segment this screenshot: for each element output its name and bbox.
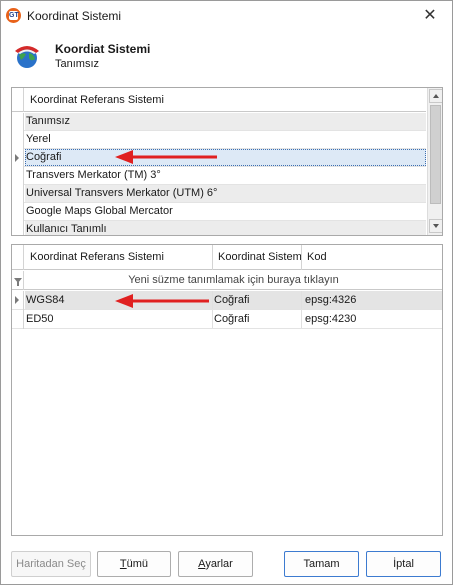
title-bar: GT Koordinat Sistemi ✕: [1, 1, 452, 31]
header-title: Koordiat Sistemi: [55, 42, 151, 56]
filter-placeholder[interactable]: Yeni süzme tanımlamak için buraya tıklay…: [25, 271, 442, 290]
list-item-text: Coğrafi: [26, 151, 62, 163]
reference-list-header: Koordinat Referans Sistemi: [12, 88, 426, 112]
list-item-label: Transvers Merkator (TM) 3°: [25, 167, 426, 184]
list-item-label: Yerel: [25, 131, 426, 148]
reference-system-list: Koordinat Referans Sistemi Tanımsız Yere…: [11, 87, 443, 236]
list-item-text: Transvers Merkator (TM) 3°: [26, 169, 161, 181]
list-item-text: Kullanıcı Tanımlı: [26, 223, 107, 235]
close-button[interactable]: ✕: [419, 6, 441, 26]
list-item-text: Yerel: [26, 133, 51, 145]
list-item-label: Universal Transvers Merkator (UTM) 6°: [25, 185, 426, 202]
current-row-arrow-icon: [15, 154, 19, 162]
table-row[interactable]: ED50 Coğrafi epsg:4230: [12, 310, 442, 329]
row-indicator: [12, 221, 24, 235]
cell-system: Coğrafi: [213, 310, 302, 328]
annotation-arrow-wgs84: [115, 294, 209, 308]
cell-name: ED50: [25, 310, 213, 328]
column-header-code[interactable]: Kod: [302, 245, 442, 270]
list-item-text: Universal Transvers Merkator (UTM) 6°: [26, 187, 218, 199]
list-item[interactable]: Tanımsız: [12, 113, 426, 131]
app-logo-icon: GT: [6, 8, 21, 23]
list-item-label: Google Maps Global Mercator: [25, 203, 426, 220]
list-item[interactable]: Kullanıcı Tanımlı: [12, 221, 426, 235]
scrollbar-thumb[interactable]: [430, 105, 441, 204]
column-header-coordinate-system[interactable]: Koordinat Sistem: [213, 245, 302, 270]
auto-filter-row[interactable]: Yeni süzme tanımlamak için buraya tıklay…: [12, 271, 442, 290]
list-item[interactable]: Universal Transvers Merkator (UTM) 6°: [12, 185, 426, 203]
all-button-mnemonic: T: [119, 558, 127, 570]
table-header: Koordinat Referans Sistemi Koordinat Sis…: [12, 245, 442, 270]
row-indicator-header: [12, 88, 24, 112]
column-header-reference-system[interactable]: Koordinat Referans Sistemi: [25, 245, 213, 270]
row-indicator: [12, 291, 24, 310]
table-row-selected[interactable]: WGS84 Coğrafi epsg:4326: [12, 291, 442, 310]
scroll-up-icon[interactable]: [429, 89, 442, 103]
row-indicator: [12, 131, 24, 149]
coordinate-system-dialog: GT Koordinat Sistemi ✕ Koordiat Sistemi …: [0, 0, 453, 585]
cell-code: epsg:4230: [305, 313, 357, 325]
all-button-label: ümü: [126, 558, 149, 570]
list-item-label: Coğrafi: [25, 149, 426, 166]
globe-icon: [15, 46, 39, 68]
current-row-arrow-icon: [15, 296, 19, 304]
row-indicator: [12, 203, 24, 221]
row-indicator: [12, 113, 24, 131]
settings-button-label: yarlar: [205, 558, 233, 570]
row-indicator: [12, 310, 24, 329]
cell-code: epsg:4326: [302, 291, 442, 309]
pick-from-map-button[interactable]: Haritadan Seç: [11, 551, 91, 577]
scroll-down-icon[interactable]: [429, 219, 442, 233]
cell-system: Coğrafi: [213, 291, 302, 309]
list-item[interactable]: Transvers Merkator (TM) 3°: [12, 167, 426, 185]
annotation-arrow-coğrafi: [115, 150, 217, 164]
list-item-text: Tanımsız: [26, 115, 71, 127]
list-item-label: Tanımsız: [25, 113, 426, 130]
filter-indicator: [12, 271, 24, 290]
list-item-text: Google Maps Global Mercator: [26, 205, 173, 217]
app-logo-glyph: GT: [9, 11, 19, 20]
list-item[interactable]: Google Maps Global Mercator: [12, 203, 426, 221]
row-indicator: [12, 185, 24, 203]
vertical-scrollbar[interactable]: [427, 88, 442, 235]
ok-button[interactable]: Tamam: [284, 551, 359, 577]
column-header-reference-system[interactable]: Koordinat Referans Sistemi: [30, 94, 164, 106]
list-item[interactable]: Yerel: [12, 131, 426, 149]
window-title: Koordinat Sistemi: [27, 9, 122, 23]
header-subtitle: Tanımsız: [55, 58, 100, 70]
filter-funnel-icon: [13, 278, 22, 286]
all-button[interactable]: Tümü: [97, 551, 171, 577]
coordinate-systems-table: Koordinat Referans Sistemi Koordinat Sis…: [11, 244, 443, 536]
row-indicator: [12, 167, 24, 185]
list-item-label: Kullanıcı Tanımlı: [25, 221, 426, 235]
row-indicator: [12, 149, 24, 167]
settings-button[interactable]: Ayarlar: [178, 551, 253, 577]
cancel-button[interactable]: İptal: [366, 551, 441, 577]
row-indicator-header: [12, 245, 24, 270]
